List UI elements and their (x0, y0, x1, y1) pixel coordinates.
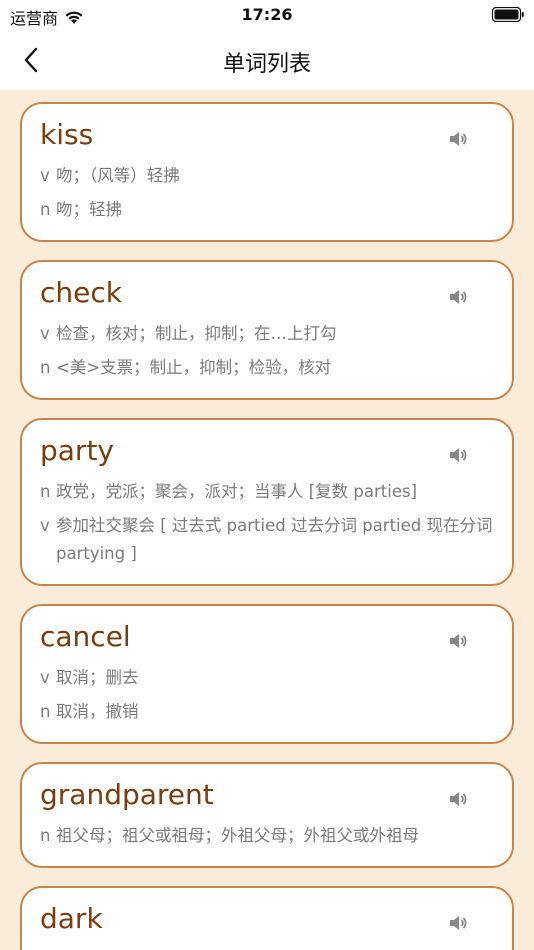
definition-text: 参加社交聚会 [ 过去式 partied 过去分词 partied 现在分词 p… (56, 516, 493, 563)
definition-row: v 吻；（风等）轻拂 (40, 162, 494, 190)
speaker-icon[interactable] (448, 914, 468, 932)
definition-row: v 检查，核对；制止，抑制；在…上打勾 (40, 320, 494, 348)
definition-row: n 祖父母；祖父或祖母；外祖父母；外祖父或外祖母 (40, 822, 494, 850)
part-of-speech: n (40, 702, 51, 721)
definition-row: n 政党，党派；聚会，派对；当事人 [复数 parties] (40, 478, 494, 506)
part-of-speech: n (40, 200, 51, 219)
part-of-speech: v (40, 516, 50, 535)
word-title: grandparent (40, 778, 214, 811)
definition-row: v 参加社交聚会 [ 过去式 partied 过去分词 partied 现在分词… (40, 512, 494, 568)
definition-text: 吻；（风等）轻拂 (56, 166, 180, 185)
definition-text: <美>支票；制止，抑制；检验，核对 (56, 358, 332, 377)
word-card[interactable]: party n 政党，党派；聚会，派对；当事人 [复数 parties] v 参… (20, 418, 514, 586)
word-card[interactable]: dark (20, 886, 514, 950)
word-card[interactable]: grandparent n 祖父母；祖父或祖母；外祖父母；外祖父或外祖母 (20, 762, 514, 868)
part-of-speech: v (40, 324, 50, 343)
speaker-icon[interactable] (448, 632, 468, 650)
word-title: cancel (40, 620, 131, 653)
battery-icon (492, 7, 524, 22)
word-card[interactable]: cancel v 取消；删去 n 取消，撤销 (20, 604, 514, 744)
part-of-speech: n (40, 358, 51, 377)
part-of-speech: v (40, 668, 50, 687)
speaker-icon[interactable] (448, 446, 468, 464)
word-card[interactable]: check v 检查，核对；制止，抑制；在…上打勾 n <美>支票；制止，抑制；… (20, 260, 514, 400)
definition-row: n 吻；轻拂 (40, 196, 494, 224)
part-of-speech: v (40, 166, 50, 185)
speaker-icon[interactable] (448, 130, 468, 148)
word-card[interactable]: kiss v 吻；（风等）轻拂 n 吻；轻拂 (20, 102, 514, 242)
speaker-icon[interactable] (448, 288, 468, 306)
part-of-speech: n (40, 482, 51, 501)
definition-text: 检查，核对；制止，抑制；在…上打勾 (56, 324, 337, 343)
top-bar: 运营商 17:26 单词列表 (0, 0, 534, 90)
definition-row: n <美>支票；制止，抑制；检验，核对 (40, 354, 494, 382)
definition-text: 政党，党派；聚会，派对；当事人 [复数 parties] (56, 482, 418, 501)
nav-bar: 单词列表 (0, 30, 534, 90)
definition-text: 吻；轻拂 (56, 200, 122, 219)
status-time: 17:26 (241, 5, 293, 24)
word-title: party (40, 434, 114, 467)
definition-row: v 取消；删去 (40, 664, 494, 692)
speaker-icon[interactable] (448, 790, 468, 808)
definition-row: n 取消，撤销 (40, 698, 494, 726)
word-list[interactable]: kiss v 吻；（风等）轻拂 n 吻；轻拂 check v 检查，核对；制止，… (0, 90, 534, 950)
word-title: dark (40, 902, 103, 935)
page-title: 单词列表 (222, 52, 311, 77)
definition-text: 祖父母；祖父或祖母；外祖父母；外祖父或外祖母 (56, 826, 419, 845)
word-title: kiss (40, 118, 94, 151)
word-title: check (40, 276, 122, 309)
status-bar: 运营商 17:26 (0, 0, 534, 30)
definition-text: 取消；删去 (56, 668, 139, 687)
definition-text: 取消，撤销 (56, 702, 139, 721)
part-of-speech: n (40, 826, 51, 845)
